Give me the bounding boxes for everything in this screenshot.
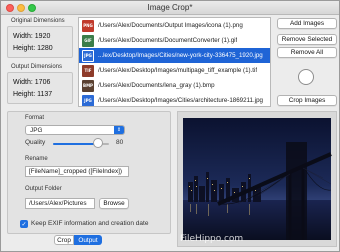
output-dimensions-label: Output Dimensions <box>11 64 63 70</box>
remove-selected-button[interactable]: Remove Selected <box>277 34 337 45</box>
output-folder-input[interactable]: /Users/Alex/Pictures <box>25 198 95 209</box>
chevron-updown-icon: ⇕ <box>114 126 124 134</box>
quality-value: 80 <box>116 139 124 146</box>
tif-file-icon: TIF <box>82 64 94 77</box>
jpg-file-icon: JPG <box>82 94 94 106</box>
title-bar: Image Crop* <box>1 1 339 15</box>
tab-crop[interactable]: Crop <box>54 235 74 245</box>
output-folder-label: Output Folder <box>25 186 62 192</box>
format-label: Format <box>25 115 45 121</box>
quality-slider-fill <box>53 143 98 145</box>
progress-indicator <box>298 69 314 85</box>
quality-label: Quality <box>25 139 46 146</box>
window-title: Image Crop* <box>147 3 193 12</box>
original-height: Height: 1280 <box>13 45 53 52</box>
format-value: JPG <box>30 126 43 134</box>
browse-button[interactable]: Browse <box>99 198 129 209</box>
file-row[interactable]: PNG /Users/Alex/Documents/Output Images/… <box>79 18 270 33</box>
output-width: Width: 1706 <box>13 79 51 86</box>
quality-slider-thumb[interactable] <box>92 138 103 148</box>
file-path: ...lex/Desktop/Images/Cities/new-york-ci… <box>98 52 263 59</box>
file-path: /Users/Alex/Documents/lena_gray (1).bmp <box>98 82 215 89</box>
file-row[interactable]: BMP /Users/Alex/Documents/lena_gray (1).… <box>79 78 270 93</box>
gif-file-icon: GIF <box>82 34 94 47</box>
keep-exif-checkbox[interactable]: ✓ <box>20 220 28 228</box>
file-path: /Users/Alex/Documents/Output Images/icon… <box>98 22 243 29</box>
keep-exif-label: Keep EXIF information and creation date <box>31 220 149 227</box>
format-select[interactable]: JPG ⇕ <box>25 125 125 135</box>
add-images-button[interactable]: Add Images <box>277 18 337 29</box>
output-height: Height: 1137 <box>13 91 53 98</box>
app-window: Image Crop* Original Dimensions Width: 1… <box>0 0 340 252</box>
png-file-icon: PNG <box>82 19 94 32</box>
file-row[interactable]: JPG /Users/Alex/Desktop/Images/Cities/ar… <box>79 93 270 106</box>
original-width: Width: 1920 <box>13 33 51 40</box>
watermark-text: FileHippo.com <box>180 234 244 244</box>
bmp-file-icon: BMP <box>82 79 94 92</box>
output-dimensions-group: Width: 1706 Height: 1137 <box>7 72 73 104</box>
jpg-file-icon: JPG <box>82 49 94 62</box>
rename-label: Rename <box>25 156 48 162</box>
file-path: /Users/Alex/Documents/DocumentConverter … <box>98 37 238 44</box>
file-list[interactable]: PNG /Users/Alex/Documents/Output Images/… <box>78 17 271 107</box>
file-row[interactable]: GIF /Users/Alex/Documents/DocumentConver… <box>79 33 270 48</box>
original-dimensions-label: Original Dimensions <box>11 18 65 24</box>
file-row[interactable]: TIF /Users/Alex/Desktop/Images/multipage… <box>79 63 270 78</box>
remove-all-button[interactable]: Remove All <box>277 47 337 58</box>
original-dimensions-group: Width: 1920 Height: 1280 <box>7 26 73 58</box>
rename-input[interactable]: [FileName]_cropped ([FileIndex]) <box>25 166 129 177</box>
crop-images-button[interactable]: Crop Images <box>277 95 337 106</box>
city-bridge-photo <box>183 118 332 240</box>
tab-output[interactable]: Output <box>74 235 102 245</box>
file-row-selected[interactable]: JPG ...lex/Desktop/Images/Cities/new-yor… <box>79 48 270 63</box>
file-path: /Users/Alex/Desktop/Images/multipage_tif… <box>98 67 258 74</box>
file-path: /Users/Alex/Desktop/Images/Cities/archit… <box>98 97 263 104</box>
image-preview[interactable]: FileHippo.com <box>177 111 337 247</box>
